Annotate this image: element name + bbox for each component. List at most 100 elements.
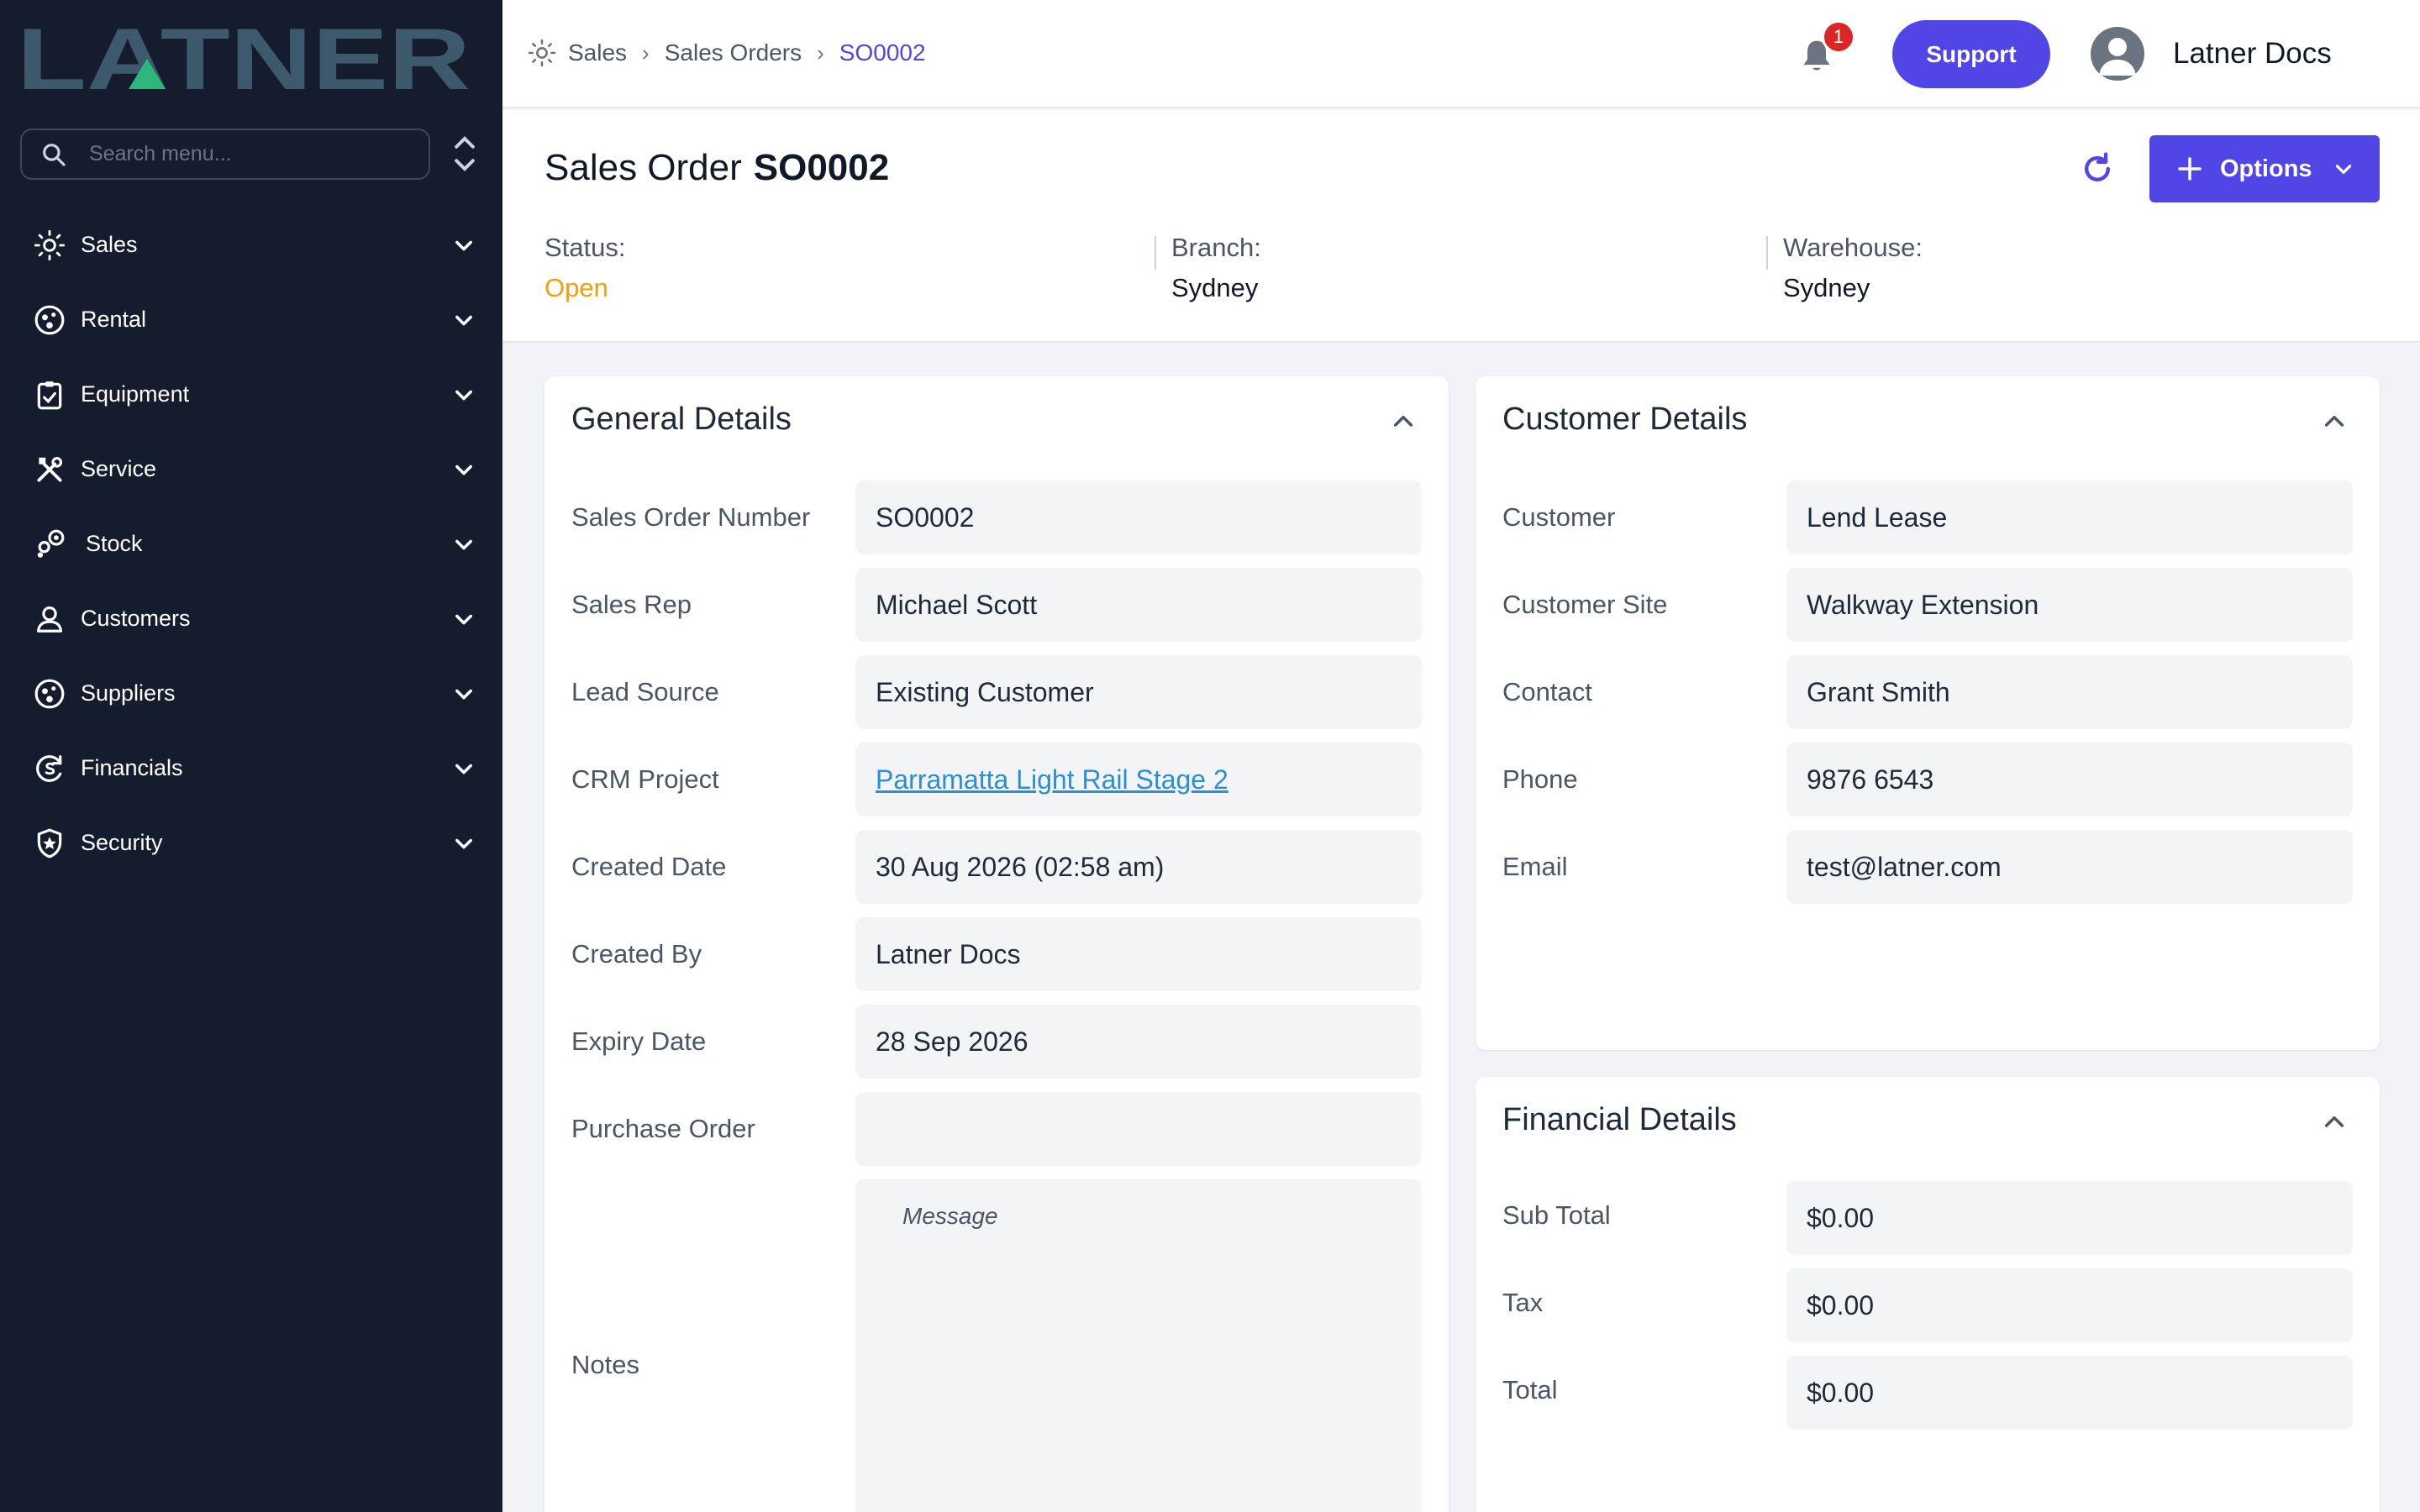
warehouse-label: Warehouse: (1783, 233, 1923, 262)
field-value[interactable]: Walkway Extension (1786, 568, 2353, 642)
page-title-prefix: Sales Order (544, 147, 742, 188)
breadcrumb-sales[interactable]: Sales (568, 39, 627, 66)
field-value: Parramatta Light Rail Stage 2 (855, 743, 1422, 816)
field-created-by: Created By Latner Docs (571, 917, 1422, 991)
field-value[interactable] (855, 1092, 1422, 1166)
breadcrumb-current[interactable]: SO0002 (839, 39, 926, 66)
chevron-down-icon (455, 764, 472, 774)
branch-label: Branch: (1171, 233, 1261, 262)
service-icon (32, 452, 67, 487)
refresh-icon[interactable] (2079, 150, 2116, 187)
field-value[interactable]: $0.00 (1786, 1356, 2353, 1430)
sidebar-item-label: Service (81, 456, 157, 481)
field-tax: Tax $0.00 (1502, 1268, 2353, 1342)
chevron-down-icon (455, 465, 472, 475)
field-value[interactable]: 30 Aug 2026 (02:58 am) (855, 830, 1422, 904)
search-icon (43, 143, 66, 166)
field-label: Sales Order Number (571, 502, 811, 532)
breadcrumb-sales-orders[interactable]: Sales Orders (665, 39, 802, 66)
field-label: Customer Site (1502, 590, 1668, 619)
field-value[interactable]: Existing Customer (855, 655, 1422, 729)
latner-logo[interactable]: LATNER (17, 18, 471, 94)
sidebar-item-label: Suppliers (81, 680, 176, 706)
chevron-down-icon (455, 539, 472, 549)
sidebar-item-service[interactable]: Service (0, 432, 502, 507)
field-label: Expiry Date (571, 1026, 707, 1056)
search-menu-input[interactable]: Search menu... (20, 129, 430, 180)
chevron-down-icon (455, 614, 472, 624)
rental-icon (32, 302, 67, 338)
field-value[interactable]: 9876 6543 (1786, 743, 2353, 816)
sidebar-item-label: Stock (86, 531, 143, 556)
user-name[interactable]: Latner Docs (2173, 37, 2332, 71)
field-label: Customer (1502, 502, 1616, 532)
crm-project-link[interactable]: Parramatta Light Rail Stage 2 (876, 764, 1228, 795)
sidebar-item-suppliers[interactable]: Suppliers (0, 656, 502, 731)
sidebar-item-label: Sales (81, 232, 138, 257)
status-label: Status: (544, 233, 626, 262)
chevron-up-icon[interactable] (2321, 408, 2348, 435)
field-value[interactable]: Lend Lease (1786, 480, 2353, 554)
status-badge: Open (544, 273, 608, 302)
sidebar-item-security[interactable]: Security (0, 806, 502, 880)
customer-details-card: Customer Details Customer Lend Lease Cus… (1476, 376, 2380, 1050)
field-value[interactable]: $0.00 (1786, 1268, 2353, 1342)
field-value[interactable]: Michael Scott (855, 568, 1422, 642)
page-title: Sales Order SO0002 (544, 147, 889, 189)
sidebar-item-customers[interactable]: Customers (0, 581, 502, 656)
breadcrumb-separator-icon: › (642, 39, 650, 66)
field-value[interactable]: Grant Smith (1786, 655, 2353, 729)
field-label: Purchase Order (571, 1114, 755, 1143)
field-label: Created By (571, 939, 702, 969)
options-button[interactable]: Options (2149, 135, 2380, 202)
suppliers-icon (32, 676, 67, 711)
sidebar-item-sales[interactable]: Sales (0, 207, 502, 282)
options-label: Options (2220, 155, 2312, 182)
chevron-down-icon (2335, 165, 2351, 174)
field-label: Tax (1502, 1288, 1544, 1317)
branch-value: Sydney (1171, 273, 1259, 302)
field-value[interactable]: 28 Sep 2026 (855, 1005, 1422, 1079)
chevron-up-icon[interactable] (2321, 1109, 2348, 1136)
divider (1766, 236, 1768, 270)
sidebar-item-label: Customers (81, 606, 191, 631)
chevron-down-icon (455, 390, 472, 400)
field-phone: Phone 9876 6543 (1502, 743, 2353, 816)
notes-placeholder: Message (902, 1203, 998, 1229)
field-value[interactable]: SO0002 (855, 480, 1422, 554)
field-value[interactable]: $0.00 (1786, 1181, 2353, 1255)
collapse-all-icon[interactable] (450, 134, 479, 173)
search-placeholder: Search menu... (89, 142, 232, 165)
top-bar: Sales › Sales Orders › SO0002 1 Support … (502, 0, 2420, 108)
sidebar-item-equipment[interactable]: Equipment (0, 357, 502, 432)
field-notes: Notes Message (571, 1179, 1422, 1512)
breadcrumb-separator-icon: › (817, 39, 824, 66)
field-sub-total: Sub Total $0.00 (1502, 1181, 2353, 1255)
general-details-card: General Details Sales Order Number SO000… (544, 376, 1449, 1512)
sidebar-item-rental[interactable]: Rental (0, 282, 502, 357)
field-contact: Contact Grant Smith (1502, 655, 2353, 729)
divider (1155, 236, 1156, 270)
sidebar: LATNER Search menu... Sales Rental Equip… (0, 0, 502, 1512)
customer-details-title: Customer Details (1502, 402, 1748, 437)
sidebar-item-label: Financials (81, 755, 183, 780)
chevron-up-icon[interactable] (1390, 408, 1417, 435)
notes-textarea[interactable]: Message (855, 1179, 1422, 1512)
field-label: Created Date (571, 852, 727, 881)
field-label: CRM Project (571, 764, 719, 794)
financials-icon (32, 751, 67, 786)
field-created-date: Created Date 30 Aug 2026 (02:58 am) (571, 830, 1422, 904)
svg-text:LATNER: LATNER (17, 18, 471, 94)
avatar[interactable] (2091, 27, 2144, 81)
chevron-down-icon (455, 838, 472, 848)
sidebar-item-financials[interactable]: Financials (0, 731, 502, 806)
field-total: Total $0.00 (1502, 1356, 2353, 1430)
field-purchase-order: Purchase Order (571, 1092, 1422, 1166)
field-value[interactable]: Latner Docs (855, 917, 1422, 991)
support-button[interactable]: Support (1892, 20, 2050, 88)
field-label: Email (1502, 852, 1568, 881)
sidebar-item-stock[interactable]: Stock (0, 507, 502, 581)
field-value[interactable]: test@latner.com (1786, 830, 2353, 904)
field-expiry-date: Expiry Date 28 Sep 2026 (571, 1005, 1422, 1079)
sidebar-item-label: Equipment (81, 381, 190, 407)
